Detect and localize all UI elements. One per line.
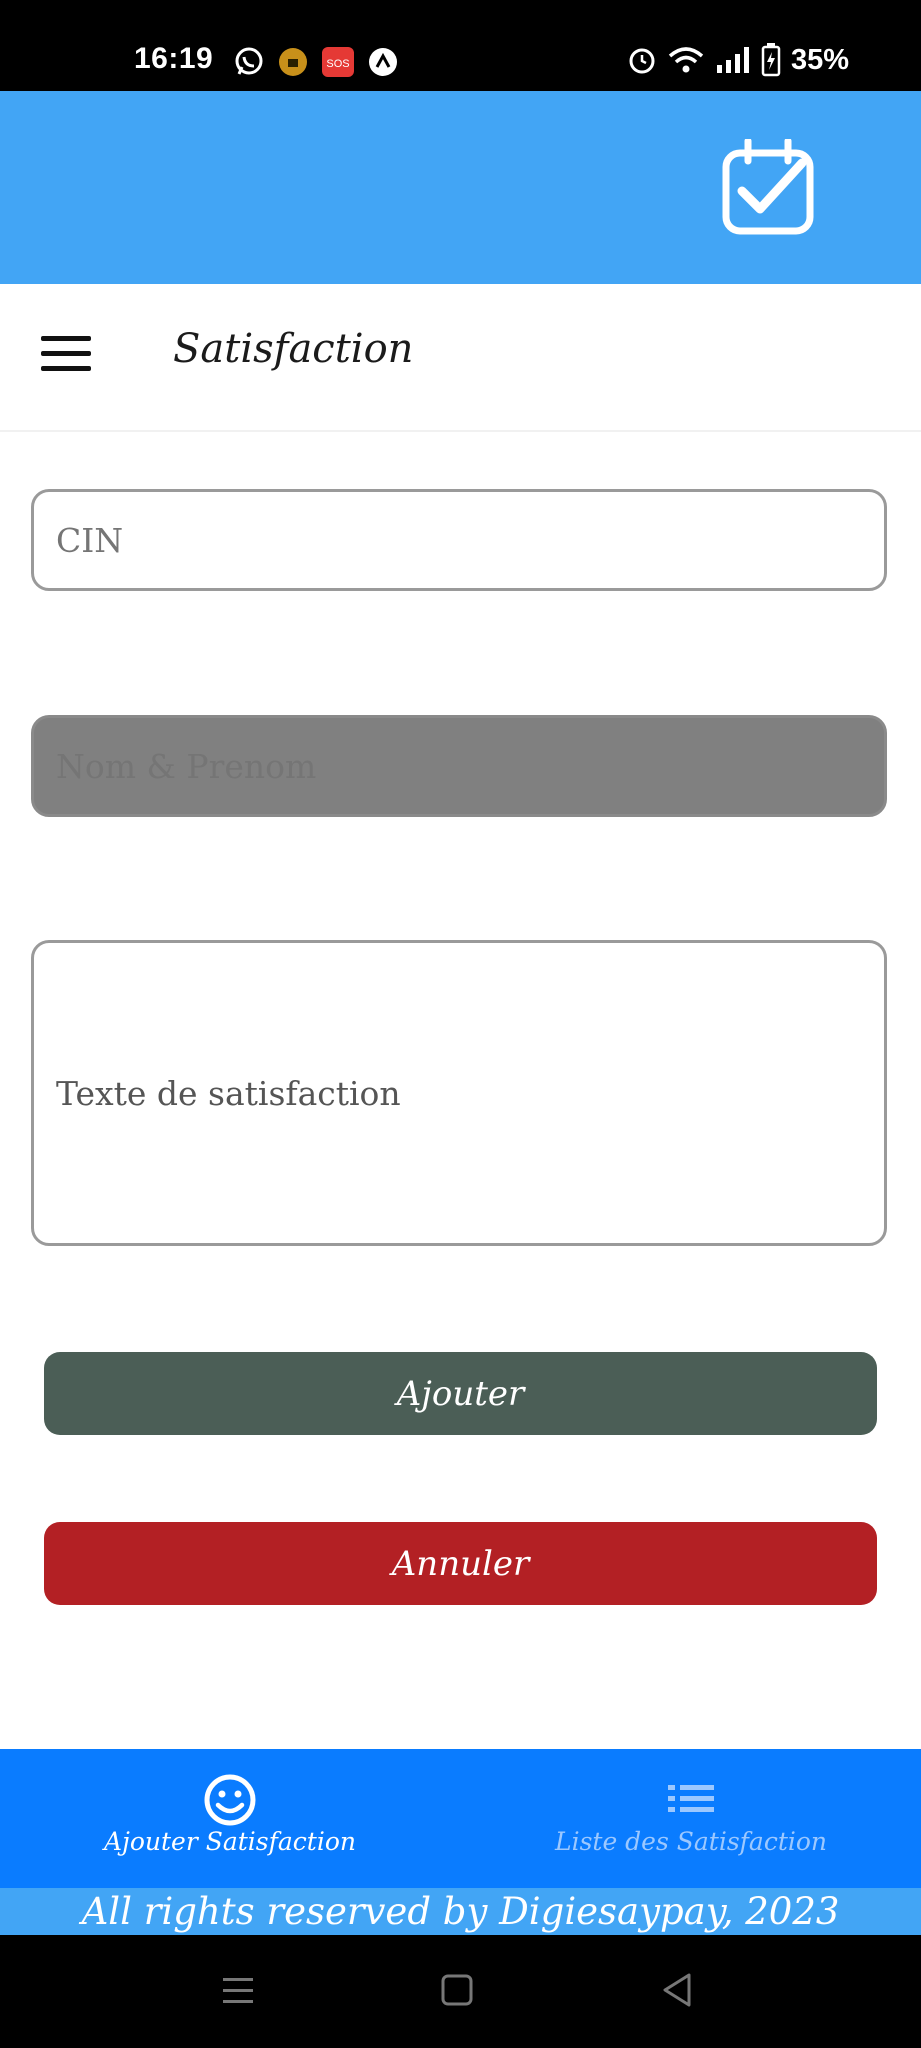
status-bar: 16:19 SOS 35%	[0, 0, 921, 91]
status-right-icons: 35%	[627, 43, 849, 77]
svg-text:SOS: SOS	[326, 58, 349, 70]
app-bar	[0, 91, 921, 284]
back-icon[interactable]	[660, 1965, 694, 2015]
nav-arrow-icon	[369, 48, 397, 76]
texte-satisfaction-field[interactable]: Texte de satisfaction	[31, 940, 887, 1246]
nav-item-ajouter-satisfaction[interactable]: Ajouter Satisfaction	[0, 1749, 460, 1888]
smiley-icon	[204, 1774, 256, 1826]
whatsapp-icon	[235, 47, 263, 75]
texte-satisfaction-placeholder: Texte de satisfaction	[56, 1073, 401, 1113]
annuler-button[interactable]: Annuler	[44, 1522, 877, 1605]
nav-label-ajouter-satisfaction: Ajouter Satisfaction	[104, 1827, 356, 1856]
signal-icon	[716, 47, 749, 73]
recents-icon[interactable]	[221, 1965, 255, 2015]
wifi-icon	[668, 47, 704, 73]
nav-label-liste-satisfaction: Liste des Satisfaction	[554, 1827, 828, 1856]
system-nav-bar	[0, 1935, 921, 2048]
alarm-icon	[629, 48, 655, 74]
nom-prenom-input[interactable]	[31, 715, 887, 817]
battery-icon	[761, 43, 781, 77]
sos-icon: SOS	[322, 47, 354, 77]
list-icon	[668, 1785, 714, 1812]
calendar-check-icon	[722, 139, 814, 235]
title-bar: Satisfaction	[0, 284, 921, 432]
lock-app-icon	[279, 48, 307, 76]
nav-item-liste-satisfaction[interactable]: Liste des Satisfaction	[461, 1749, 921, 1888]
status-left-icons: SOS	[233, 46, 399, 78]
home-icon[interactable]	[440, 1965, 474, 2015]
cin-input[interactable]	[31, 489, 887, 591]
bottom-nav: Ajouter Satisfaction Liste des Satisfact…	[0, 1749, 921, 1888]
status-time: 16:19	[134, 42, 214, 75]
hamburger-menu-icon[interactable]	[41, 336, 91, 378]
battery-percent: 35%	[790, 43, 849, 76]
footer-copyright: All rights reserved by Digiesaypay, 2023	[0, 1888, 921, 1935]
page-title: Satisfaction	[173, 326, 414, 372]
ajouter-button[interactable]: Ajouter	[44, 1352, 877, 1435]
